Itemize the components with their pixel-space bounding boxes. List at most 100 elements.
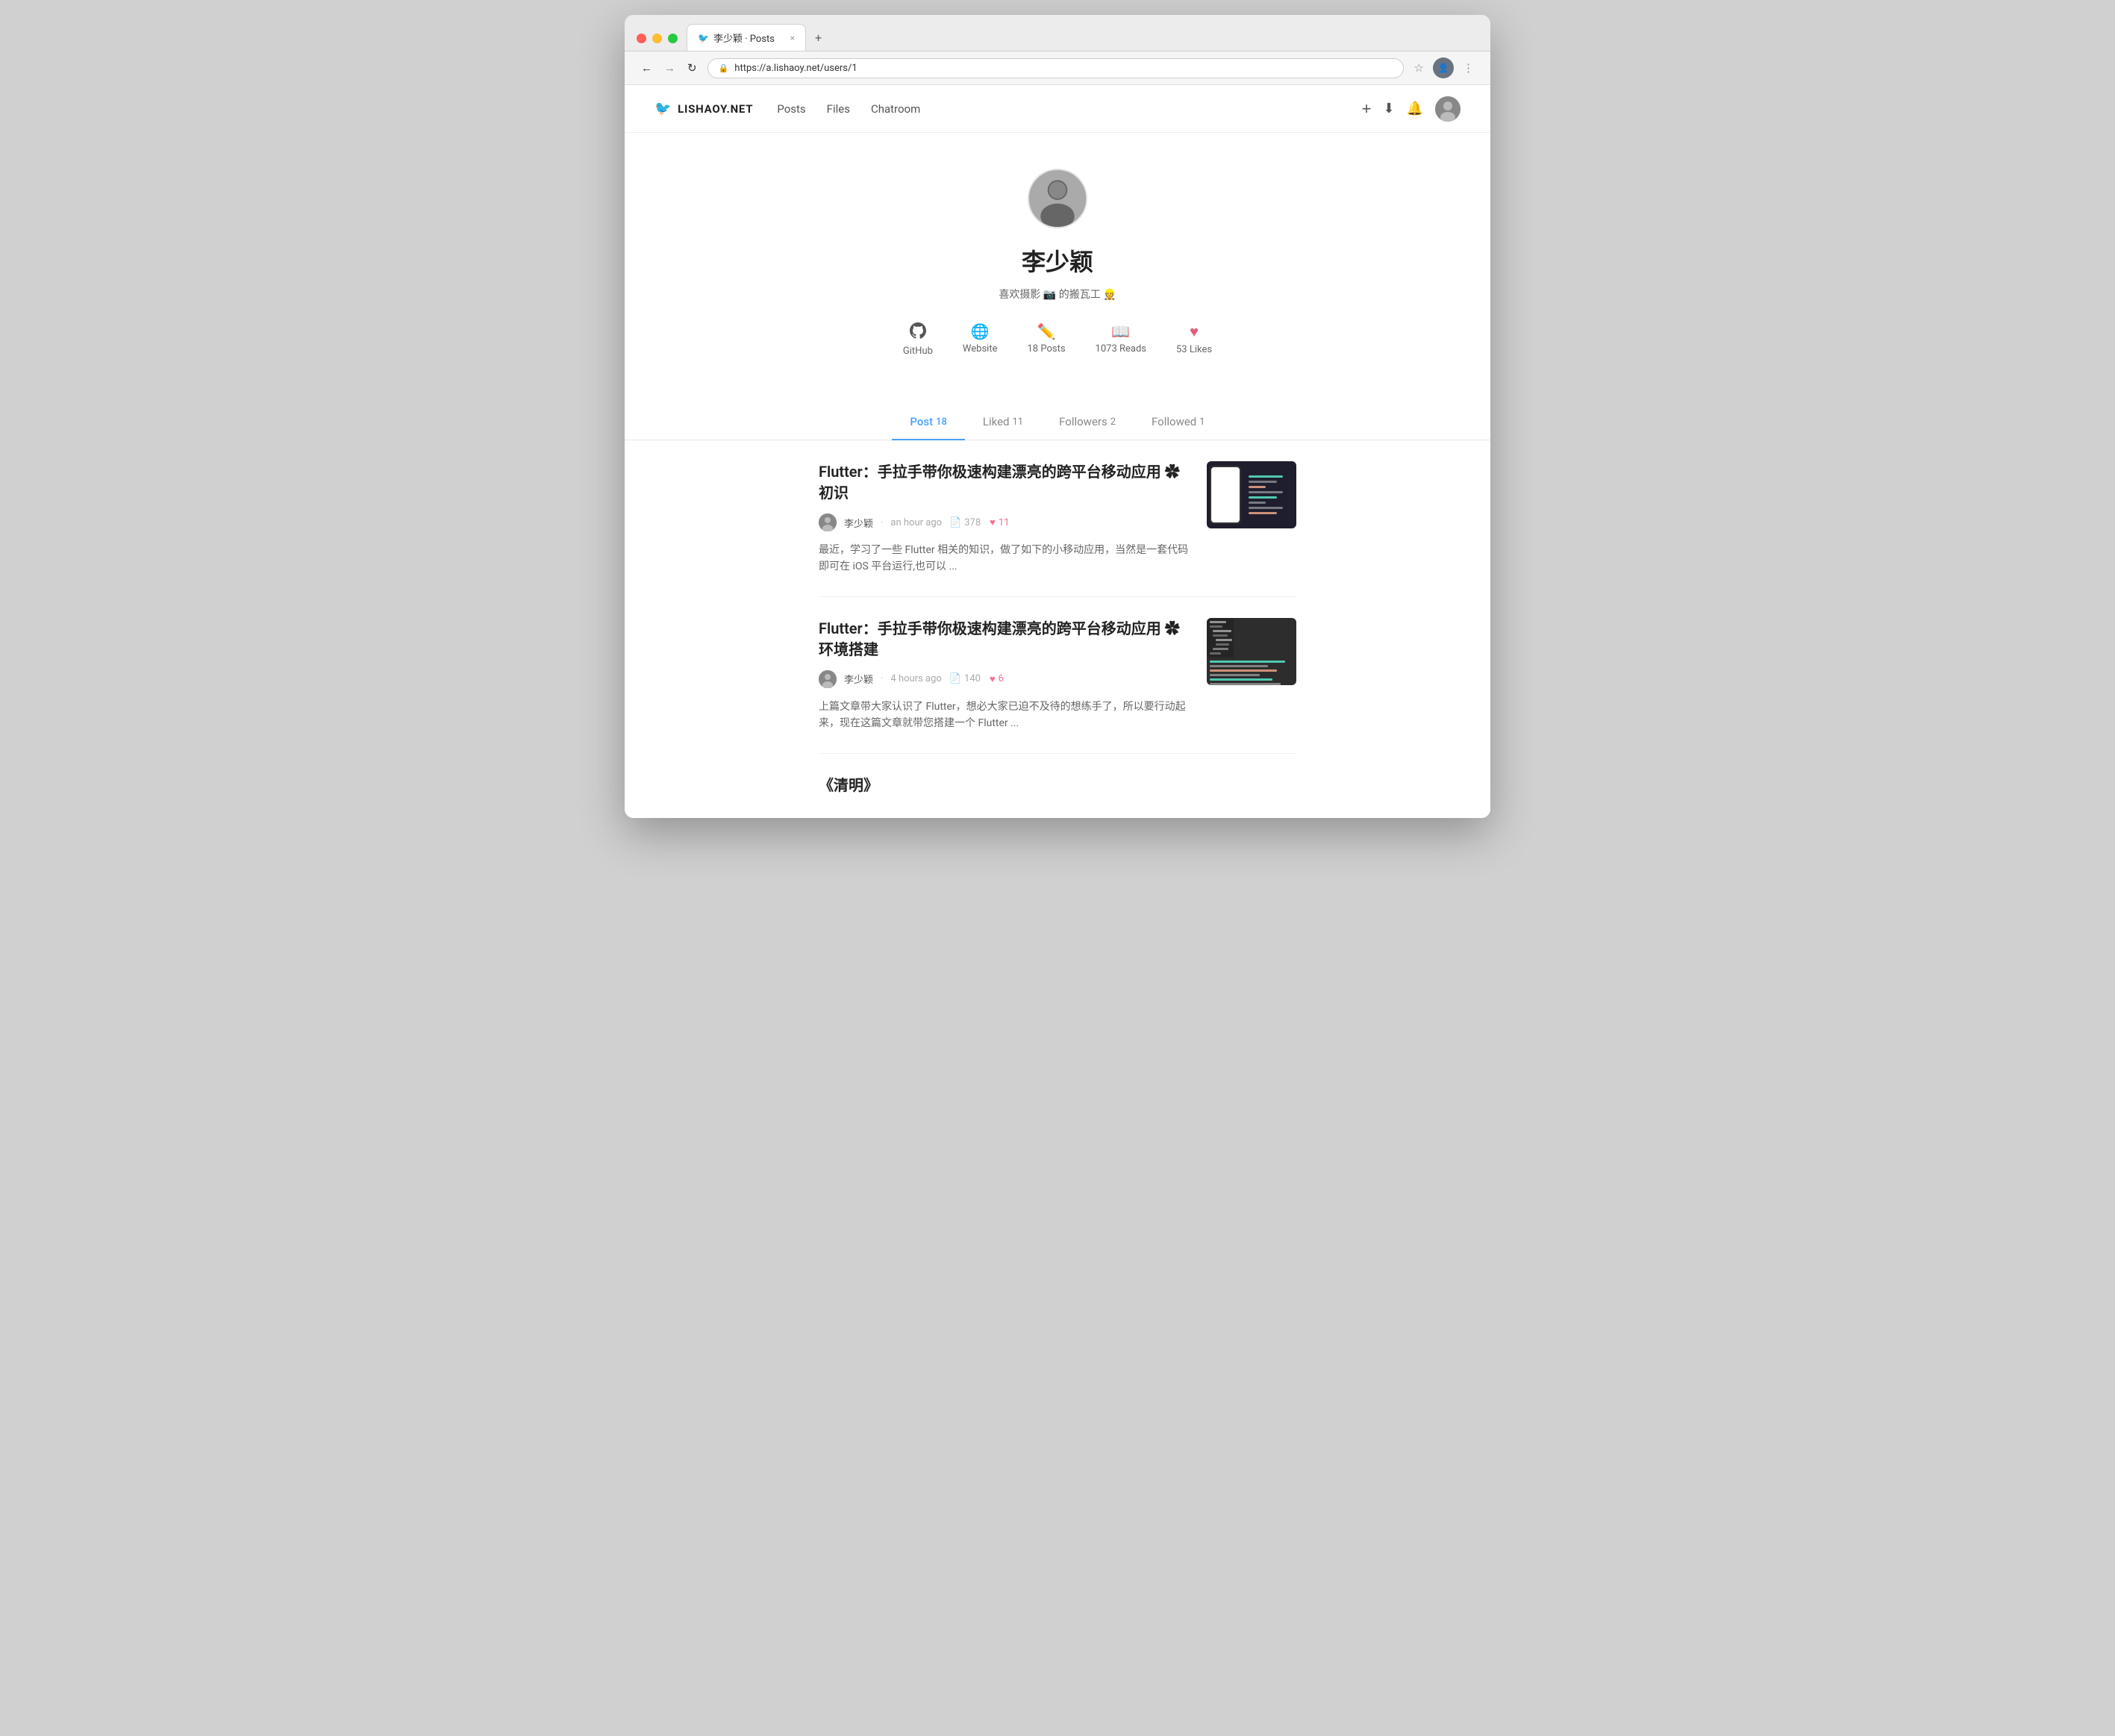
profile-name: 李少颖 [1022, 243, 1093, 278]
logo-icon: 🐦 [655, 101, 672, 116]
stat-reads[interactable]: 📖 1073 Reads [1096, 322, 1146, 357]
post-thumbnail-2[interactable] [1207, 618, 1296, 685]
website-label: Website [963, 343, 998, 355]
post-content-2: Flutter：手拉手带你极速构建漂亮的跨平台移动应用 ✿ 环境搭建 李少颖 ·… [819, 618, 1192, 732]
stat-github[interactable]: GitHub [903, 322, 933, 357]
post-author-avatar-1 [819, 513, 837, 531]
browser-titlebar: 🐦 李少颖 · Posts × + [625, 15, 1490, 51]
nav-chatroom[interactable]: Chatroom [871, 102, 920, 116]
tab-liked[interactable]: Liked 11 [965, 405, 1041, 440]
bookmark-button[interactable]: ☆ [1410, 57, 1428, 78]
likes-icon: ♥ [1190, 322, 1199, 341]
profile-stats: GitHub 🌐 Website ✏️ 18 Posts 📖 1073 Read… [903, 322, 1212, 357]
site-header: 🐦 LISHAOY.NET Posts Files Chatroom + ⬇ 🔔 [625, 85, 1490, 133]
post-reads-1: 📄 378 [949, 517, 981, 528]
stat-posts[interactable]: ✏️ 18 Posts [1027, 322, 1065, 357]
download-button[interactable]: ⬇ [1383, 101, 1394, 116]
navigation-buttons: ← → ↻ [637, 58, 702, 78]
post-item-2: Flutter：手拉手带你极速构建漂亮的跨平台移动应用 ✿ 环境搭建 李少颖 ·… [819, 597, 1296, 754]
post-reads-2: 📄 140 [949, 673, 981, 684]
site-logo[interactable]: 🐦 LISHAOY.NET [655, 101, 753, 116]
post-item-3: 《清明》 [819, 754, 1296, 818]
ide-sidebar [1207, 618, 1234, 658]
profile-tabs: Post 18 Liked 11 Followers 2 Followed 1 [625, 405, 1490, 440]
user-avatar-button[interactable] [1435, 96, 1460, 122]
tab-post-count: 18 [936, 416, 947, 428]
post-excerpt-1: 最近，学习了一些 Flutter 相关的知识，做了如下的小移动应用，当然是一套代… [819, 542, 1192, 575]
stat-likes[interactable]: ♥ 53 Likes [1176, 322, 1212, 357]
github-icon [910, 322, 926, 343]
post-likes-1: ♥ 11 [990, 516, 1009, 528]
post-meta-dot-1: · [881, 517, 883, 528]
reads-label: 1073 Reads [1096, 343, 1146, 355]
post-likes-2: ♥ 6 [990, 673, 1004, 685]
active-tab[interactable]: 🐦 李少颖 · Posts × [687, 24, 806, 51]
post-time-1: an hour ago [890, 517, 942, 528]
post-meta-1: 李少颖 · an hour ago 📄 378 ♥ 11 [819, 513, 1192, 531]
heart-icon-1: ♥ [990, 516, 996, 528]
post-author-name-1: 李少颖 [844, 516, 873, 530]
address-bar[interactable]: 🔒 https://a.lishaoy.net/users/1 [707, 58, 1404, 78]
post-author-avatar-2 [819, 670, 837, 688]
post-content-1: Flutter：手拉手带你极速构建漂亮的跨平台移动应用 ✿ 初识 李少颖 · a… [819, 461, 1192, 575]
tab-followed-count: 1 [1199, 416, 1205, 428]
profile-avatar [1028, 169, 1087, 228]
stat-website[interactable]: 🌐 Website [963, 322, 998, 357]
tab-close-button[interactable]: × [790, 33, 795, 43]
secure-icon: 🔒 [719, 63, 729, 73]
post-meta-dot-2: · [881, 673, 883, 684]
close-window-button[interactable] [637, 34, 646, 43]
browser-window: 🐦 李少颖 · Posts × + ← → ↻ 🔒 https://a.lish… [625, 15, 1490, 818]
tab-followers[interactable]: Followers 2 [1041, 405, 1134, 440]
posts-icon: ✏️ [1037, 322, 1056, 340]
post-author-name-2: 李少颖 [844, 672, 873, 686]
post-title-3[interactable]: 《清明》 [819, 775, 1296, 796]
add-post-button[interactable]: + [1362, 99, 1372, 119]
post-time-2: 4 hours ago [890, 673, 941, 684]
maximize-window-button[interactable] [668, 34, 678, 43]
tab-followed[interactable]: Followed 1 [1134, 405, 1223, 440]
tab-favicon: 🐦 [698, 33, 709, 43]
notification-button[interactable]: 🔔 [1407, 101, 1423, 116]
thumbnail-image-1 [1207, 461, 1296, 528]
chrome-menu-button[interactable]: ⋮ [1458, 57, 1478, 78]
posts-label: 18 Posts [1027, 343, 1065, 355]
reads-icon: 📖 [1111, 322, 1130, 340]
ide-main [1207, 658, 1296, 685]
post-content-3: 《清明》 [819, 775, 1296, 806]
site-actions: + ⬇ 🔔 [1362, 96, 1460, 122]
github-label: GitHub [903, 346, 933, 357]
tab-post[interactable]: Post 18 [892, 405, 964, 440]
browser-toolbar: ← → ↻ 🔒 https://a.lishaoy.net/users/1 ☆ … [625, 51, 1490, 85]
posts-container: Flutter：手拉手带你极速构建漂亮的跨平台移动应用 ✿ 初识 李少颖 · a… [804, 440, 1311, 818]
profile-menu-button[interactable]: 👤 [1433, 57, 1454, 78]
post-stats-1: 📄 378 ♥ 11 [949, 516, 1009, 528]
url-text: https://a.lishaoy.net/users/1 [734, 63, 857, 74]
nav-files[interactable]: Files [827, 102, 850, 116]
website-icon: 🌐 [971, 322, 990, 340]
tab-followed-label: Followed [1152, 415, 1196, 428]
post-title-1[interactable]: Flutter：手拉手带你极速构建漂亮的跨平台移动应用 ✿ 初识 [819, 461, 1192, 503]
window-controls [637, 34, 678, 43]
logo-text: LISHAOY.NET [678, 102, 753, 116]
tab-bar: 🐦 李少颖 · Posts × + [637, 24, 1478, 51]
new-tab-button[interactable]: + [806, 25, 831, 51]
reads-icon-2: 📄 [949, 673, 961, 684]
toolbar-right-actions: ☆ 👤 ⋮ [1410, 57, 1478, 78]
post-title-2[interactable]: Flutter：手拉手带你极速构建漂亮的跨平台移动应用 ✿ 环境搭建 [819, 618, 1192, 660]
tab-followers-label: Followers [1059, 415, 1108, 428]
nav-posts[interactable]: Posts [777, 102, 805, 116]
page-content: 🐦 LISHAOY.NET Posts Files Chatroom + ⬇ 🔔 [625, 85, 1490, 818]
forward-button[interactable]: → [660, 58, 680, 78]
post-stats-2: 📄 140 ♥ 6 [949, 673, 1004, 685]
tab-liked-label: Liked [983, 415, 1010, 428]
reload-button[interactable]: ↻ [683, 58, 702, 78]
code-area [1244, 461, 1296, 528]
post-item-1: Flutter：手拉手带你极速构建漂亮的跨平台移动应用 ✿ 初识 李少颖 · a… [819, 440, 1296, 597]
post-meta-2: 李少颖 · 4 hours ago 📄 140 ♥ 6 [819, 670, 1192, 688]
back-button[interactable]: ← [637, 58, 657, 78]
site-nav: Posts Files Chatroom [777, 102, 920, 116]
minimize-window-button[interactable] [652, 34, 662, 43]
thumbnail-image-2 [1207, 618, 1296, 685]
post-thumbnail-1[interactable] [1207, 461, 1296, 528]
